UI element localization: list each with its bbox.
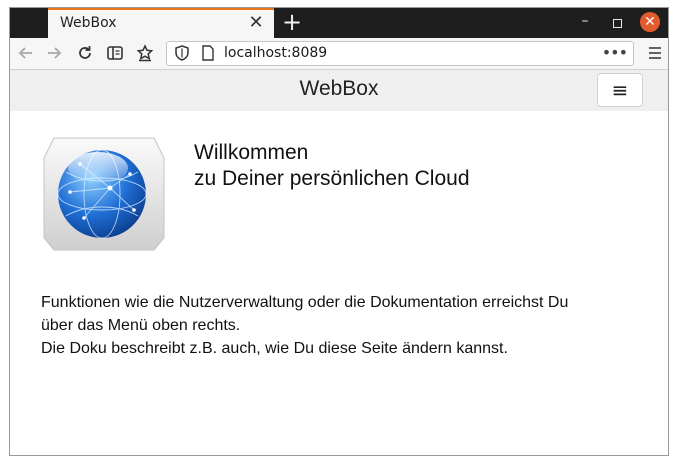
site-title[interactable]: WebBox — [10, 77, 668, 101]
tab-webbox[interactable]: WebBox ✕ — [48, 8, 274, 38]
bookmark-star-icon — [136, 44, 154, 62]
tab-close-icon[interactable]: ✕ — [246, 13, 266, 33]
welcome-line-1: Willkommen — [194, 141, 309, 164]
info-text: Funktionen wie die Nutzerverwaltung oder… — [41, 291, 641, 360]
reload-button[interactable] — [74, 43, 96, 65]
reader-view-button[interactable] — [104, 43, 126, 65]
welcome-heading: Willkommen zu Deiner persönlichen Cloud — [194, 140, 470, 192]
reload-icon — [79, 46, 91, 59]
page-actions-button[interactable]: ••• — [602, 42, 628, 64]
info-line-2: über das Menü oben rechts. — [41, 317, 241, 334]
navigation-toolbar: localhost:8089 ••• — [10, 38, 668, 70]
site-menu-button[interactable]: ≡ — [597, 73, 643, 107]
arrow-left-icon — [18, 47, 32, 59]
tab-strip: WebBox ✕ + – ✕ — [10, 8, 668, 38]
browser-window: WebBox ✕ + – ✕ localhost:8089 ••• WebBox… — [9, 7, 669, 456]
site-header: WebBox ≡ — [10, 70, 668, 111]
minimize-button[interactable]: – — [576, 14, 594, 32]
maximize-button[interactable] — [608, 14, 626, 32]
close-window-button[interactable]: ✕ — [640, 12, 660, 32]
info-line-1: Funktionen wie die Nutzerverwaltung oder… — [41, 294, 569, 311]
welcome-line-2: zu Deiner persönlichen Cloud — [194, 167, 470, 190]
hamburger-menu-icon — [649, 47, 661, 59]
new-tab-button[interactable]: + — [280, 9, 304, 35]
globe-logo-icon — [43, 137, 165, 251]
arrow-right-icon — [48, 47, 62, 59]
url-bar[interactable]: localhost:8089 ••• — [166, 41, 634, 66]
url-text[interactable]: localhost:8089 — [224, 45, 327, 61]
tracking-shield-icon[interactable] — [173, 44, 191, 62]
info-line-3: Die Doku beschreibt z.B. auch, wie Du di… — [41, 340, 508, 357]
bookmark-button[interactable] — [134, 43, 156, 65]
tab-title: WebBox — [60, 15, 117, 31]
hamburger-icon: ≡ — [611, 78, 629, 102]
reader-view-icon — [107, 46, 123, 60]
browser-menu-button[interactable] — [644, 43, 666, 65]
page-content: WebBox ≡ Willkommen zu Deiner persönlich… — [10, 70, 668, 455]
forward-button[interactable] — [43, 43, 65, 65]
page-icon[interactable] — [201, 45, 215, 61]
back-button[interactable] — [15, 43, 37, 65]
